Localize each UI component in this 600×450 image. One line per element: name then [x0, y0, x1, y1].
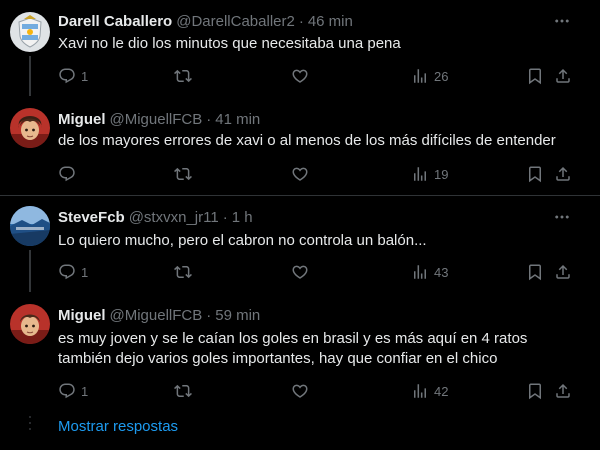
tweet-text-line: es muy joven y se le caían los goles en …	[58, 330, 528, 347]
views-count: 26	[434, 68, 449, 84]
retweet-icon	[174, 382, 192, 400]
retweet-button[interactable]	[174, 381, 192, 401]
retweet-icon	[174, 67, 192, 85]
tweet-text: de los mayores errores de xavi o al meno…	[58, 132, 556, 149]
bookmark-button[interactable]	[526, 66, 544, 86]
author-handle[interactable]: @MiguellFCB	[110, 307, 203, 324]
anime-character-avatar[interactable]	[10, 304, 50, 344]
tweet-actions: 1 42	[58, 381, 588, 401]
views-icon	[411, 382, 429, 400]
tweet-header: Miguel @MiguellFCB · 59 min	[58, 305, 260, 325]
show-replies-link[interactable]: Mostrar respostas	[58, 418, 178, 435]
tweet-actions: 1 26	[58, 66, 588, 86]
tweet-header: Miguel @MiguellFCB · 41 min	[58, 109, 260, 129]
blue-landscape-avatar[interactable]	[10, 206, 50, 246]
separator-dot: ·	[206, 110, 212, 128]
bookmark-icon	[526, 263, 544, 281]
separator-dot: ·	[206, 306, 212, 324]
tweet-text: Lo quiero mucho, pero el cabron no contr…	[58, 232, 427, 249]
like-button[interactable]	[291, 381, 309, 401]
views-icon	[411, 165, 429, 183]
bookmark-icon	[526, 67, 544, 85]
reply-button[interactable]: 1	[58, 381, 88, 401]
share-button[interactable]	[554, 164, 572, 184]
like-icon	[291, 67, 309, 85]
views-count: 42	[434, 383, 449, 399]
bookmark-button[interactable]	[526, 164, 544, 184]
separator-dot: ·	[222, 208, 228, 226]
tweet-actions: 1 43	[58, 262, 588, 282]
timestamp[interactable]: 59 min	[215, 307, 260, 324]
reply-count: 1	[81, 68, 89, 84]
more-options-icon[interactable]	[552, 11, 572, 31]
author-name[interactable]: Miguel	[58, 307, 106, 324]
share-icon	[554, 165, 572, 183]
views-icon	[411, 67, 429, 85]
retweet-button[interactable]	[174, 262, 192, 282]
like-icon	[291, 165, 309, 183]
bookmark-button[interactable]	[526, 262, 544, 282]
reply-icon	[58, 165, 76, 183]
tweet-text: Xavi no le dio los minutos que necesitab…	[58, 35, 401, 52]
share-button[interactable]	[554, 262, 572, 282]
tweet-header: SteveFcb @stxvxn_jr11 · 1 h	[58, 207, 253, 227]
views-button[interactable]: 42	[411, 381, 448, 401]
thread-continuation-dots	[27, 416, 33, 434]
separator-dot: ·	[298, 12, 304, 30]
author-handle[interactable]: @DarellCaballer2	[176, 13, 295, 30]
reply-icon	[58, 67, 76, 85]
anime-character-avatar[interactable]	[10, 108, 50, 148]
reply-button[interactable]: 1	[58, 66, 88, 86]
like-button[interactable]	[291, 66, 309, 86]
thread-line	[29, 250, 31, 292]
reply-count: 1	[81, 264, 89, 280]
reply-button[interactable]: 1	[58, 262, 88, 282]
like-button[interactable]	[291, 164, 309, 184]
author-name[interactable]: SteveFcb	[58, 209, 125, 226]
author-name[interactable]: Darell Caballero	[58, 13, 172, 30]
share-icon	[554, 67, 572, 85]
tweet-4[interactable]: Miguel @MiguellFCB · 59 min es muy joven…	[0, 296, 600, 406]
retweet-icon	[174, 263, 192, 281]
views-count: 19	[434, 166, 449, 182]
views-count: 43	[434, 264, 449, 280]
share-icon	[554, 382, 572, 400]
bookmark-button[interactable]	[526, 381, 544, 401]
views-button[interactable]: 43	[411, 262, 448, 282]
retweet-icon	[174, 165, 192, 183]
tweet-1[interactable]: Darell Caballero @DarellCaballer2 · 46 m…	[0, 0, 600, 100]
author-handle[interactable]: @MiguellFCB	[110, 111, 203, 128]
tweet-text-line: también dejo varios goles importantes, h…	[58, 350, 498, 367]
share-icon	[554, 263, 572, 281]
like-icon	[291, 382, 309, 400]
views-button[interactable]: 26	[411, 66, 448, 86]
share-button[interactable]	[554, 66, 572, 86]
timestamp[interactable]: 41 min	[215, 111, 260, 128]
tweet-text: es muy joven y se le caían los goles en …	[58, 329, 588, 369]
author-handle[interactable]: @stxvxn_jr11	[129, 209, 219, 226]
retweet-button[interactable]	[174, 164, 192, 184]
tweet-actions: 19	[58, 164, 588, 184]
retweet-button[interactable]	[174, 66, 192, 86]
like-button[interactable]	[291, 262, 309, 282]
reply-icon	[58, 263, 76, 281]
timestamp[interactable]: 46 min	[308, 13, 353, 30]
tweet-2[interactable]: Miguel @MiguellFCB · 41 min de los mayor…	[0, 100, 600, 195]
author-name[interactable]: Miguel	[58, 111, 106, 128]
more-options-icon[interactable]	[552, 207, 572, 227]
bookmark-icon	[526, 165, 544, 183]
tweet-3[interactable]: SteveFcb @stxvxn_jr11 · 1 h Lo quiero mu…	[0, 196, 600, 296]
views-icon	[411, 263, 429, 281]
like-icon	[291, 263, 309, 281]
views-button[interactable]: 19	[411, 164, 448, 184]
share-button[interactable]	[554, 381, 572, 401]
tweet-header: Darell Caballero @DarellCaballer2 · 46 m…	[58, 11, 353, 31]
reply-count: 1	[81, 383, 89, 399]
argentina-crest-avatar[interactable]	[10, 12, 50, 52]
thread-line	[29, 56, 31, 96]
timestamp[interactable]: 1 h	[232, 209, 253, 226]
reply-button[interactable]	[58, 164, 76, 184]
bookmark-icon	[526, 382, 544, 400]
reply-icon	[58, 382, 76, 400]
